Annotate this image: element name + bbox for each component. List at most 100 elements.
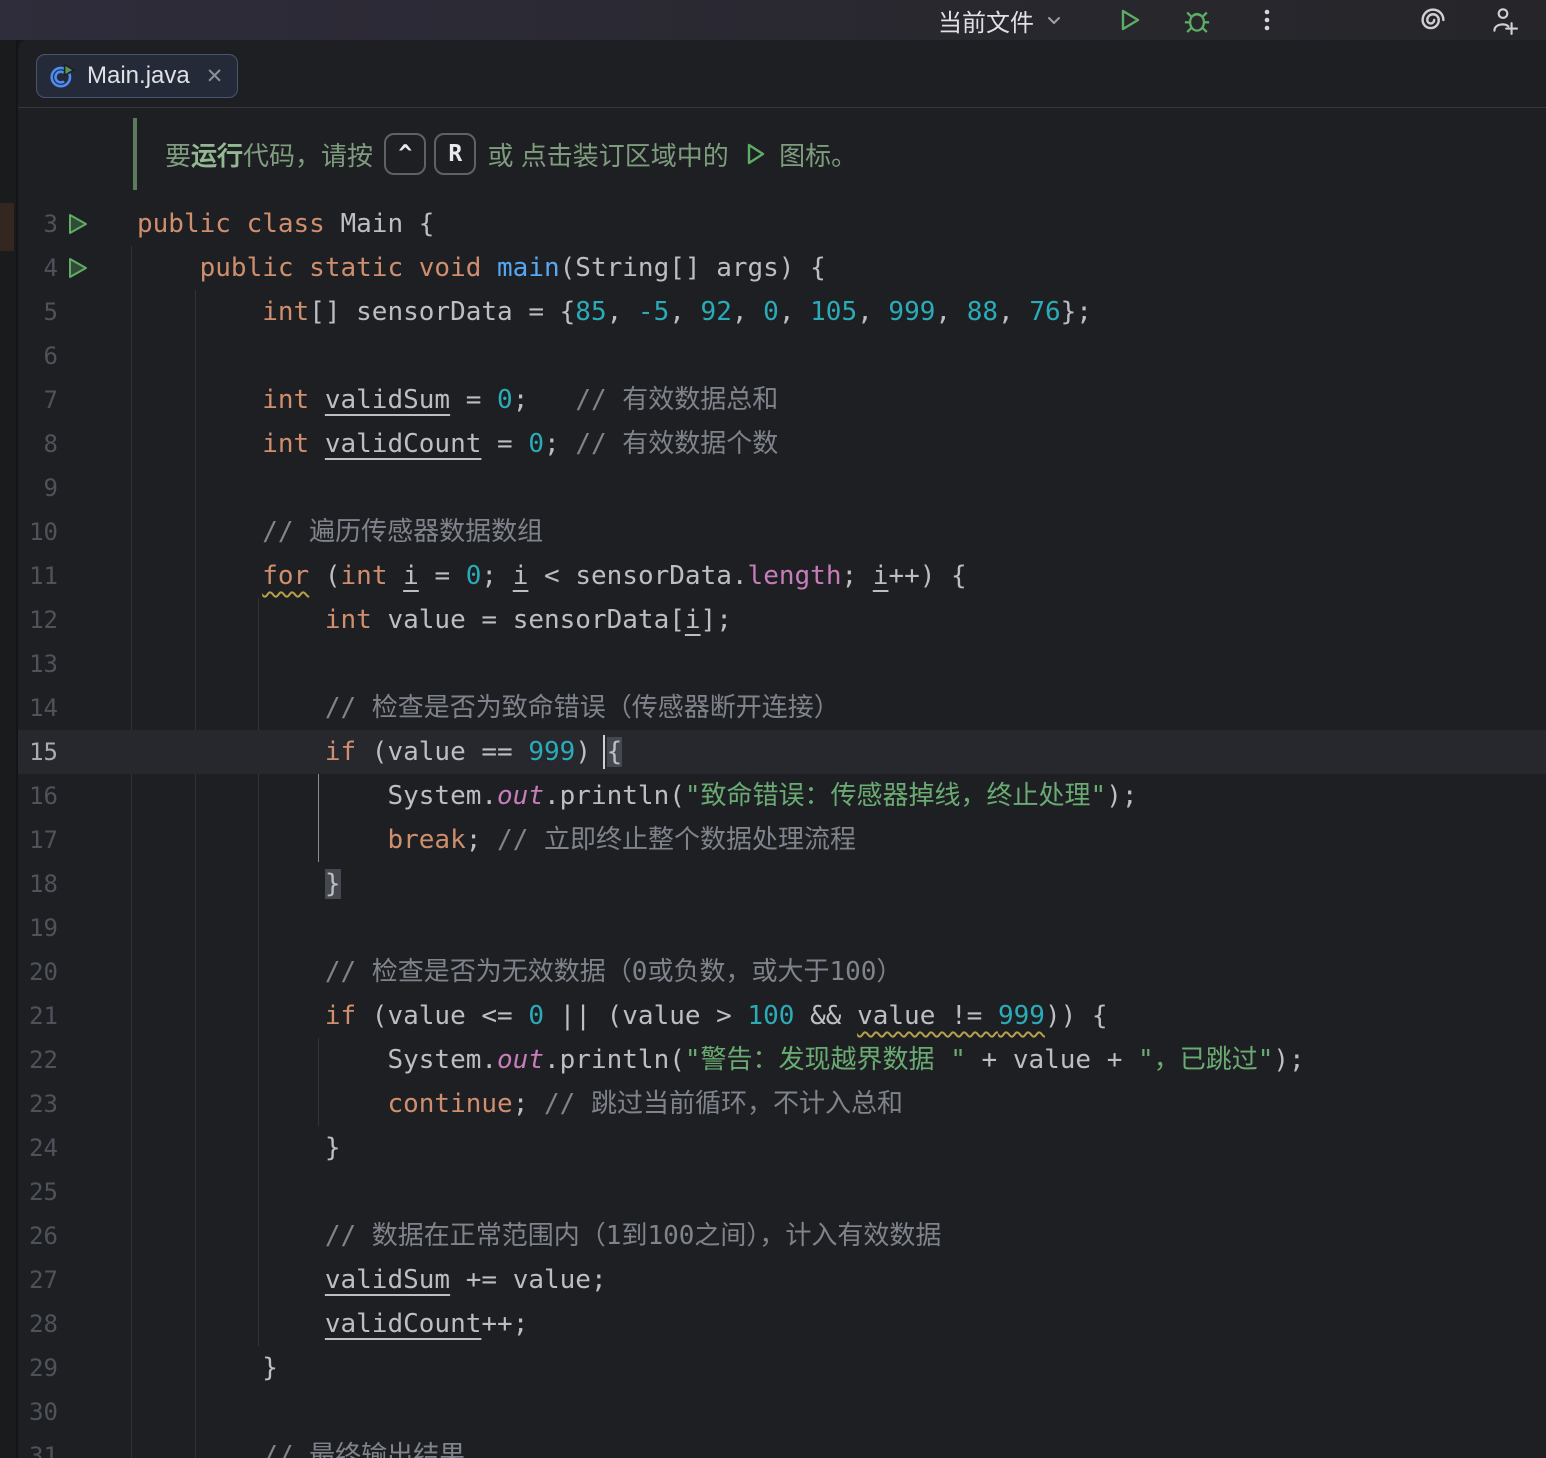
line-number: 14 — [18, 686, 58, 730]
code-text: System.out.println("致命错误：传感器掉线，终止处理"); — [137, 774, 1138, 818]
line-number: 6 — [18, 334, 58, 378]
code-with-me-button[interactable] — [1486, 3, 1520, 37]
run-line-icon[interactable] — [64, 255, 90, 281]
code-line-6[interactable]: 6 — [18, 334, 1546, 378]
line-number: 18 — [18, 862, 58, 906]
main-toolbar: 当前文件 — [0, 0, 1546, 40]
line-number: 8 — [18, 422, 58, 466]
code-line-22[interactable]: 22 System.out.println("警告：发现越界数据 " + val… — [18, 1038, 1546, 1082]
code-text: } — [137, 1346, 278, 1390]
code-line-13[interactable]: 13 — [18, 642, 1546, 686]
code-line-15[interactable]: 15 if (value == 999) { — [18, 730, 1546, 774]
code-text: if (value == 999) { — [137, 730, 622, 774]
code-text: // 数据在正常范围内（1到100之间），计入有效数据 — [137, 1214, 941, 1258]
code-line-30[interactable]: 30 — [18, 1390, 1546, 1434]
line-number: 24 — [18, 1126, 58, 1170]
line-number: 21 — [18, 994, 58, 1038]
code-line-31[interactable]: 31 // 最终输出结果 — [18, 1434, 1546, 1458]
line-number: 23 — [18, 1082, 58, 1126]
code-line-14[interactable]: 14 // 检查是否为致命错误（传感器断开连接） — [18, 686, 1546, 730]
chevron-down-icon — [1044, 10, 1064, 30]
code-line-7[interactable]: 7 int validSum = 0; // 有效数据总和 — [18, 378, 1546, 422]
banner-text: 图标。 — [772, 136, 857, 173]
code-line-17[interactable]: 17 break; // 立即终止整个数据处理流程 — [18, 818, 1546, 862]
code-editor[interactable]: 要运行代码，请按 ^ R 或 点击装订区域中的 图标。 3 public clas… — [18, 108, 1546, 1458]
debug-button[interactable] — [1180, 3, 1214, 37]
code-line-16[interactable]: 16 System.out.println("致命错误：传感器掉线，终止处理")… — [18, 774, 1546, 818]
line-number: 25 — [18, 1170, 58, 1214]
tab-main-java[interactable]: Main.java ✕ — [36, 54, 238, 98]
code-line-25[interactable]: 25 — [18, 1170, 1546, 1214]
code-text: public class Main { — [137, 202, 434, 246]
line-number: 20 — [18, 950, 58, 994]
line-number: 11 — [18, 554, 58, 598]
kebab-menu-icon — [1254, 7, 1280, 33]
line-number: 27 — [18, 1258, 58, 1302]
banner-play-icon — [740, 140, 768, 168]
stripe-marker — [0, 203, 14, 251]
editor-tab-bar: Main.java ✕ — [18, 40, 1546, 108]
code-line-3[interactable]: 3 public class Main { — [18, 202, 1546, 246]
banner-accent-bar — [133, 118, 137, 190]
code-line-9[interactable]: 9 — [18, 466, 1546, 510]
code-text: continue; // 跳过当前循环，不计入总和 — [137, 1082, 903, 1126]
code-line-20[interactable]: 20 // 检查是否为无效数据（0或负数，或大于100） — [18, 950, 1546, 994]
line-number: 19 — [18, 906, 58, 950]
code-text: validCount++; — [137, 1302, 528, 1346]
code-line-28[interactable]: 28 validCount++; — [18, 1302, 1546, 1346]
line-number: 12 — [18, 598, 58, 642]
line-number: 31 — [18, 1434, 58, 1458]
code-line-24[interactable]: 24 } — [18, 1126, 1546, 1170]
code-text: // 遍历传感器数据数组 — [137, 510, 543, 554]
code-line-29[interactable]: 29 } — [18, 1346, 1546, 1390]
code-line-5[interactable]: 5 int[] sensorData = {85, -5, 92, 0, 105… — [18, 290, 1546, 334]
line-number: 5 — [18, 290, 58, 334]
line-number: 29 — [18, 1346, 58, 1390]
run-button[interactable] — [1112, 3, 1146, 37]
code-line-11[interactable]: 11 for (int i = 0; i < sensorData.length… — [18, 554, 1546, 598]
banner-text: 代码，请按 — [243, 136, 380, 173]
code-text: int validSum = 0; // 有效数据总和 — [137, 378, 778, 422]
code-text: int value = sensorData[i]; — [137, 598, 732, 642]
add-user-icon — [1488, 5, 1518, 35]
code-text: if (value <= 0 || (value > 100 && value … — [137, 994, 1108, 1038]
line-number: 15 — [18, 730, 58, 774]
line-number: 16 — [18, 774, 58, 818]
line-number: 13 — [18, 642, 58, 686]
run-configuration-selector[interactable]: 当前文件 — [938, 0, 1064, 40]
tab-close-icon[interactable]: ✕ — [206, 66, 224, 87]
code-line-19[interactable]: 19 — [18, 906, 1546, 950]
code-line-26[interactable]: 26 // 数据在正常范围内（1到100之间），计入有效数据 — [18, 1214, 1546, 1258]
shortcut-key-r: R — [434, 133, 476, 175]
code-line-21[interactable]: 21 if (value <= 0 || (value > 100 && val… — [18, 994, 1546, 1038]
line-number: 26 — [18, 1214, 58, 1258]
ai-assistant-button[interactable] — [1416, 3, 1450, 37]
text-caret — [603, 735, 605, 769]
code-text: for (int i = 0; i < sensorData.length; i… — [137, 554, 967, 598]
banner-text-bold: 运行 — [191, 136, 243, 173]
code-line-8[interactable]: 8 int validCount = 0; // 有效数据个数 — [18, 422, 1546, 466]
tool-window-stripe — [0, 40, 18, 1458]
code-line-10[interactable]: 10 // 遍历传感器数据数组 — [18, 510, 1546, 554]
code-text: System.out.println("警告：发现越界数据 " + value … — [137, 1038, 1305, 1082]
line-number: 28 — [18, 1302, 58, 1346]
ai-swirl-icon — [1418, 5, 1448, 35]
run-banner: 要运行代码，请按 ^ R 或 点击装订区域中的 图标。 — [133, 118, 857, 190]
code-line-27[interactable]: 27 validSum += value; — [18, 1258, 1546, 1302]
code-text: int validCount = 0; // 有效数据个数 — [137, 422, 778, 466]
line-number: 22 — [18, 1038, 58, 1082]
banner-text: 要 — [165, 136, 191, 173]
code-line-4[interactable]: 4 public static void main(String[] args)… — [18, 246, 1546, 290]
code-line-12[interactable]: 12 int value = sensorData[i]; — [18, 598, 1546, 642]
code-line-23[interactable]: 23 continue; // 跳过当前循环，不计入总和 — [18, 1082, 1546, 1126]
run-line-icon[interactable] — [64, 211, 90, 237]
code-line-18[interactable]: 18 } — [18, 862, 1546, 906]
line-number: 3 — [18, 202, 58, 246]
more-actions-button[interactable] — [1250, 3, 1284, 37]
runnable-class-icon — [49, 62, 77, 90]
editor-island: Main.java ✕ 要运行代码，请按 ^ R 或 点击装订区域中的 图标。 — [18, 40, 1546, 1458]
code-text: } — [137, 862, 341, 906]
tab-title: Main.java — [87, 62, 190, 90]
line-number: 9 — [18, 466, 58, 510]
line-number: 17 — [18, 818, 58, 862]
